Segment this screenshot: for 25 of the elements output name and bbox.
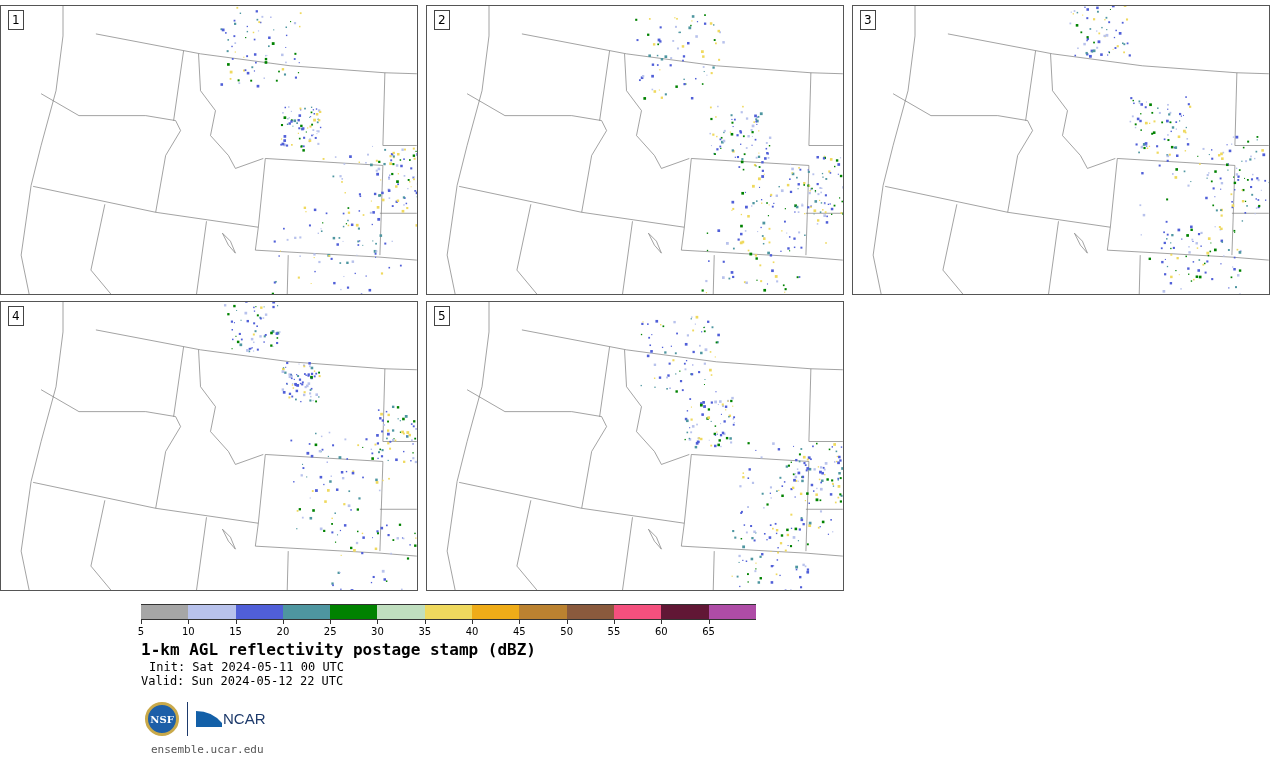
panel-number: 3	[860, 10, 876, 30]
panel-number: 5	[434, 306, 450, 326]
tick-label: 5	[137, 626, 145, 638]
ncar-swoosh-icon	[196, 709, 222, 729]
website-url: ensemble.ucar.edu	[151, 742, 265, 758]
tick-label: 60	[654, 626, 668, 638]
tick-label: 50	[560, 626, 574, 638]
tick-label: 55	[607, 626, 621, 638]
ncar-logo: NCAR	[196, 707, 266, 731]
panel-number: 4	[8, 306, 24, 326]
tick-label: 45	[513, 626, 526, 638]
tick-label: 20	[276, 626, 290, 638]
tick-label: 65	[702, 626, 715, 638]
panel-number: 1	[8, 10, 24, 30]
tick-label: 15	[229, 626, 242, 638]
tick-label: 25	[323, 626, 337, 638]
tick-label: 30	[371, 626, 384, 638]
tick-label: 10	[181, 626, 195, 638]
init-time: Init: Sat 2024-05-11 00 UTC	[148, 660, 346, 674]
chart-title: 1-km AGL reflectivity postage stamp (dBZ)	[141, 640, 537, 660]
tick-label: 40	[465, 626, 479, 638]
tick-label: 35	[418, 626, 432, 638]
nsf-logo: NSF	[145, 702, 179, 736]
panel-number: 2	[434, 10, 450, 30]
valid-time: Valid: Sun 2024-05-12 22 UTC	[141, 674, 345, 688]
